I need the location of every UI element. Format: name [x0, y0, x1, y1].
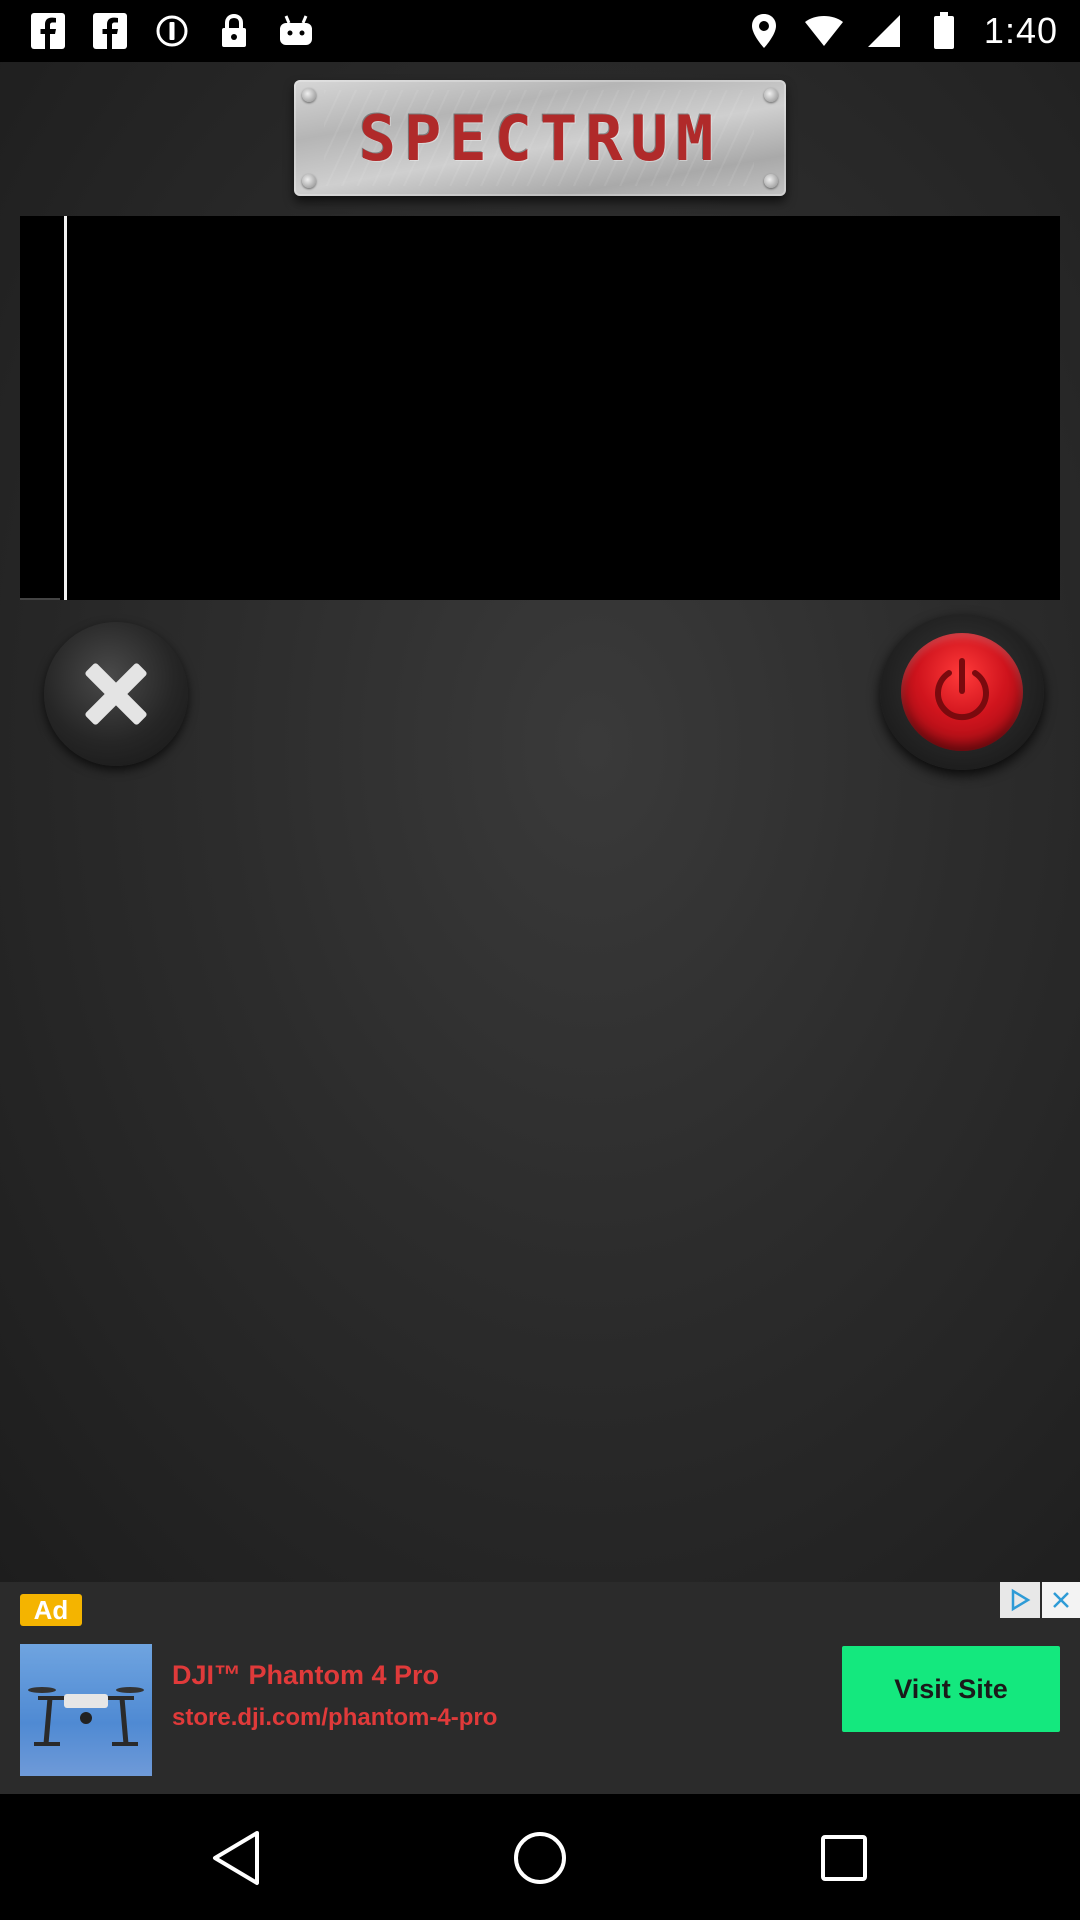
lock-icon [212, 10, 256, 52]
battery-icon [924, 11, 964, 51]
spectrum-display [20, 216, 1060, 600]
screw-icon [302, 174, 316, 188]
notification-icons [26, 10, 318, 52]
screw-icon [302, 88, 316, 102]
status-time: 1:40 [983, 10, 1058, 51]
navigation-bar [0, 1794, 1080, 1920]
spectrum-baseline [20, 598, 60, 600]
ad-url[interactable]: store.dji.com/phantom-4-pro [172, 1704, 497, 1732]
facebook-icon [88, 10, 132, 52]
home-button[interactable] [500, 1820, 580, 1896]
recents-button[interactable] [804, 1820, 884, 1896]
ad-badge: Ad [20, 1594, 82, 1626]
home-icon [514, 1832, 566, 1884]
cell-signal-icon [864, 11, 904, 51]
screw-icon [764, 174, 778, 188]
location-pin-icon [744, 11, 784, 51]
power-button[interactable] [880, 614, 1044, 770]
adchoices-icon [1011, 1588, 1031, 1612]
close-button[interactable] [44, 622, 188, 766]
power-icon [935, 658, 989, 721]
adchoices-button[interactable] [1000, 1582, 1040, 1618]
power-button-face [901, 633, 1023, 751]
system-indicators: 1:40 [744, 8, 1058, 54]
drone-icon [28, 1687, 144, 1746]
recents-icon [821, 1835, 867, 1881]
status-bar: 1:40 [0, 0, 1080, 62]
spectrum-app: SPECTRUM [0, 62, 1080, 1582]
spectrum-cursor-line [64, 216, 67, 600]
ad-drone-image[interactable] [20, 1644, 152, 1776]
circle-info-icon [150, 10, 194, 52]
ad-banner[interactable]: Ad DJI™ Phantom 4 Pro store.dji.com/phan… [0, 1582, 1080, 1794]
back-icon [213, 1831, 259, 1885]
close-icon [85, 663, 147, 725]
back-button[interactable] [196, 1820, 276, 1896]
ad-close-button[interactable] [1042, 1582, 1080, 1618]
wifi-signal-icon [804, 11, 844, 51]
ad-title[interactable]: DJI™ Phantom 4 Pro [172, 1660, 439, 1691]
title-plate: SPECTRUM [294, 80, 786, 196]
close-icon [1053, 1592, 1069, 1608]
android-icon [274, 10, 318, 52]
visit-site-button[interactable]: Visit Site [842, 1646, 1060, 1732]
screw-icon [764, 88, 778, 102]
app-title: SPECTRUM [358, 102, 722, 175]
facebook-icon [26, 10, 70, 52]
